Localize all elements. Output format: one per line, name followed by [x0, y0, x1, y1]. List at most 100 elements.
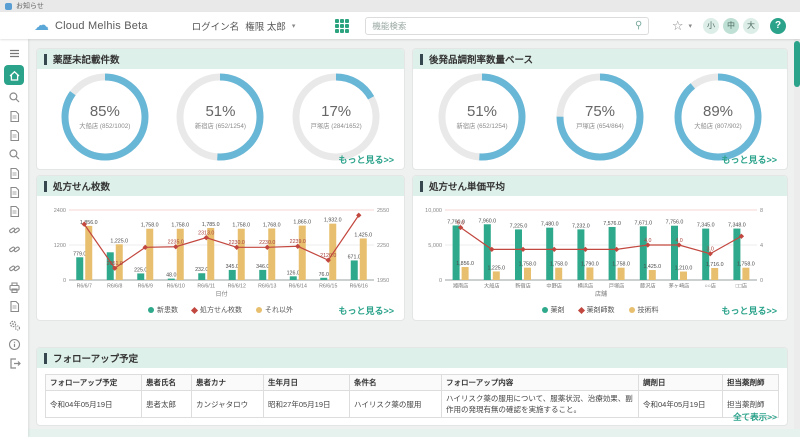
svg-text:7,480.0: 7,480.0: [541, 222, 559, 228]
more-link[interactable]: もっと見る>>: [721, 304, 777, 317]
legend-label: 新患数: [157, 305, 178, 315]
svg-text:1,716.0: 1,716.0: [706, 262, 724, 268]
legend-item[interactable]: 薬剤: [542, 305, 565, 315]
donut-gauge: 17%戸塚店 (284/1652): [290, 71, 382, 163]
donut-store-label: 大船店 (807/902): [672, 121, 764, 130]
svg-text:2550: 2550: [377, 208, 389, 214]
legend-dot-icon: [148, 307, 154, 313]
followup-column-header: 生年月日: [264, 375, 350, 391]
followup-column-header: フォローアップ予定: [46, 375, 142, 391]
panel-accent-bar: [44, 54, 47, 65]
panel-title: 後発品調剤率数量ベース: [429, 52, 533, 66]
login-block[interactable]: ログイン名 権限 太郎 ▾: [192, 19, 296, 33]
svg-text:0: 0: [439, 278, 442, 284]
svg-text:1950: 1950: [377, 278, 389, 284]
followup-column-header: 調剤日: [639, 375, 723, 391]
svg-text:2235.0: 2235.0: [168, 240, 184, 246]
svg-text:6.0: 6.0: [457, 220, 464, 226]
sidebar-item-menu-icon[interactable]: [4, 44, 24, 63]
search-icon[interactable]: ⚲: [635, 20, 642, 31]
more-link[interactable]: もっと見る>>: [338, 304, 394, 317]
vertical-scrollbar[interactable]: [794, 39, 800, 437]
sidebar-item-search-icon[interactable]: [4, 88, 24, 107]
donut-store-label: 大船店 (852/1002): [59, 121, 151, 130]
donut-store-label: 戸塚店 (654/864): [554, 121, 646, 130]
sidebar-item-link-icon[interactable]: [4, 259, 24, 278]
font-size-option-2[interactable]: 中: [723, 18, 739, 34]
legend-label: それ以外: [265, 305, 293, 315]
sidebar-item-document-icon[interactable]: [4, 107, 24, 126]
more-link[interactable]: もっと見る>>: [721, 153, 777, 166]
followup-table-row[interactable]: 令和04年05月19日患者太郎カンジャタロウ昭和27年05月19日ハイリスク薬の…: [46, 391, 779, 418]
function-search-input[interactable]: [372, 21, 635, 31]
svg-text:R6/6/15: R6/6/15: [319, 284, 337, 290]
legend-item[interactable]: 薬剤師数: [579, 305, 615, 315]
svg-text:1,932.0: 1,932.0: [324, 218, 342, 224]
sidebar-item-document-icon[interactable]: [4, 126, 24, 145]
svg-text:7,960.0: 7,960.0: [478, 218, 496, 224]
donut-percent: 51%: [174, 103, 266, 120]
svg-text:2250: 2250: [377, 243, 389, 249]
svg-text:232.0: 232.0: [195, 267, 208, 273]
favorite-chevron-icon[interactable]: ▾: [688, 22, 692, 30]
sidebar-item-document-icon[interactable]: [4, 164, 24, 183]
sidebar-item-info-icon[interactable]: [4, 335, 24, 354]
panel-title: フォローアップ予定: [53, 351, 138, 365]
sidebar-item-search-icon[interactable]: [4, 145, 24, 164]
panel-header: 後発品調剤率数量ベース: [413, 49, 787, 69]
svg-text:7,232.0: 7,232.0: [572, 223, 590, 229]
svg-text:1,758.0: 1,758.0: [232, 223, 250, 229]
followup-cell: 患者太郎: [142, 391, 192, 418]
sidebar-item-document-icon[interactable]: [4, 183, 24, 202]
sidebar-item-printer-icon[interactable]: [4, 278, 24, 297]
svg-text:新宿店: 新宿店: [515, 282, 531, 290]
svg-text:1,225.0: 1,225.0: [110, 238, 128, 244]
sidebar-item-document-icon[interactable]: [4, 297, 24, 316]
donut-percent: 75%: [554, 103, 646, 120]
donut-percent: 89%: [672, 103, 764, 120]
scrollbar-thumb[interactable]: [794, 41, 800, 87]
legend-item[interactable]: 新患数: [148, 305, 178, 315]
followup-cell: ハイリスク薬の服用: [350, 391, 442, 418]
legend-item[interactable]: 技術料: [629, 305, 659, 315]
panel-header: 処方せん単価平均: [413, 176, 787, 196]
legend-item[interactable]: 処方せん枚数: [192, 305, 242, 315]
app-grid-icon[interactable]: [335, 19, 349, 33]
help-button[interactable]: ?: [770, 18, 786, 34]
font-size-option-3[interactable]: 大: [743, 18, 759, 34]
legend-dot-icon: [542, 307, 548, 313]
svg-text:2400: 2400: [54, 208, 66, 214]
notice-bar[interactable]: お知らせ: [0, 0, 800, 12]
sidebar-item-active-home-icon[interactable]: [4, 65, 24, 85]
followup-cell: 昭和27年05月19日: [264, 391, 350, 418]
font-size-option-1[interactable]: 小: [703, 18, 719, 34]
sidebar-item-settings-icon[interactable]: [4, 316, 24, 335]
more-link[interactable]: もっと見る>>: [338, 153, 394, 166]
legend-diamond-icon: [577, 306, 584, 313]
svg-text:中野店: 中野店: [546, 282, 562, 290]
sidebar-item-logout-icon[interactable]: [4, 354, 24, 373]
panel-unrecorded-history: 薬歴未記載件数 85%大船店 (852/1002)51%新宿店 (652/125…: [36, 48, 405, 170]
svg-text:1,768.0: 1,768.0: [263, 222, 281, 228]
donut-row: 51%新宿店 (652/1254)75%戸塚店 (654/864)89%大船店 …: [413, 69, 787, 163]
followup-column-header: 条件名: [350, 375, 442, 391]
followup-table: フォローアップ予定患者氏名患者カナ生年月日条件名フォローアップ内容調剤日担当薬剤…: [45, 374, 779, 418]
sidebar-item-link-icon[interactable]: [4, 240, 24, 259]
followup-table-wrap: フォローアップ予定患者氏名患者カナ生年月日条件名フォローアップ内容調剤日担当薬剤…: [37, 368, 787, 418]
svg-text:1,856.0: 1,856.0: [456, 261, 474, 267]
panel-accent-bar: [420, 181, 423, 192]
svg-text:R6/6/16: R6/6/16: [350, 284, 368, 290]
svg-text:R6/6/12: R6/6/12: [228, 284, 246, 290]
followup-cell: カンジャタロウ: [192, 391, 264, 418]
legend-dot-icon: [256, 307, 262, 313]
legend-item[interactable]: それ以外: [256, 305, 293, 315]
svg-text:R6/6/13: R6/6/13: [258, 284, 276, 290]
sidebar-item-link-icon[interactable]: [4, 221, 24, 240]
show-all-link[interactable]: 全て表示>>: [733, 411, 777, 423]
sidebar-item-document-icon[interactable]: [4, 202, 24, 221]
svg-text:5,000: 5,000: [428, 243, 442, 249]
favorite-star-icon[interactable]: ☆: [672, 18, 684, 34]
panel-title: 処方せん枚数: [53, 179, 110, 193]
panel-header: 処方せん枚数: [37, 176, 404, 196]
chevron-down-icon: ▾: [292, 22, 296, 30]
